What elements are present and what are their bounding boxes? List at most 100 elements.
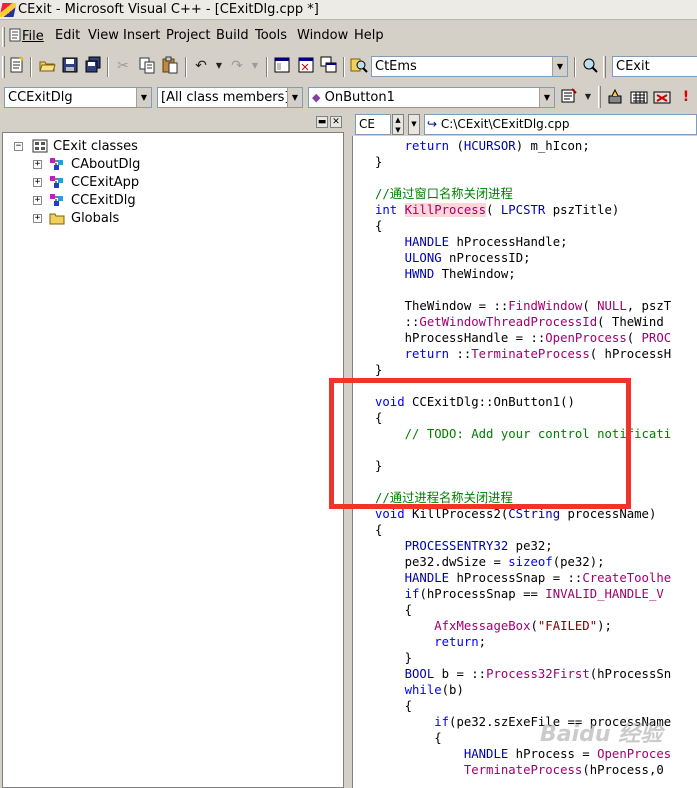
pane-close-icon[interactable]: ✕ [330, 116, 342, 128]
paste-icon[interactable] [160, 56, 180, 76]
code-line: } [375, 363, 383, 377]
highlight-box [329, 378, 631, 509]
visual-cpp-app-icon [0, 3, 17, 17]
tree-item-cabout[interactable]: + CAboutDlg [3, 156, 303, 174]
tree-item-label: Globals [71, 211, 120, 226]
editor-path-field[interactable]: ↪ C:\CExit\CExitDlg.cpp [424, 114, 697, 135]
wizard-bar: CCExitDlg ▼ [All class members] ▼ ◆ OnButt… [0, 86, 697, 110]
chevron-down-icon[interactable]: ▼ [539, 88, 554, 107]
find-combo[interactable]: CtEms ▼ [371, 56, 568, 77]
menu-window[interactable]: Window [297, 28, 348, 43]
code-line: { [375, 731, 442, 745]
window-title: CExit - Microsoft Visual C++ - [CExitDlg… [18, 2, 319, 17]
code-line: HWND TheWindow; [404, 267, 516, 281]
wizard-dropdown-icon[interactable]: ▼ [578, 87, 598, 107]
expand-icon[interactable]: + [33, 160, 42, 169]
code-line: if(hProcessSnap == INVALID_HANDLE_V [404, 587, 664, 601]
menu-edit[interactable]: Edit [55, 28, 80, 43]
class-tree: − CExit classes + CAboutDlg + CCExitApp … [2, 132, 344, 788]
code-line: TheWindow = ::FindWindow( NULL, pszT [375, 299, 672, 313]
menu-build[interactable]: Build [216, 28, 249, 43]
pane-header: ▬ ✕ [0, 116, 344, 130]
build-icon[interactable] [629, 87, 649, 107]
chevron-down-icon[interactable]: ▼ [552, 57, 567, 76]
code-line: pe32.dwSize = sizeof(pe32); [375, 555, 605, 569]
open-icon[interactable] [37, 56, 57, 76]
wizard-action-icon[interactable] [559, 87, 579, 107]
toolbar-grip[interactable] [598, 86, 601, 108]
tree-item-label: CCExitDlg [71, 193, 136, 208]
chevron-down-icon[interactable]: ▼ [287, 88, 302, 107]
compile-icon[interactable] [606, 87, 626, 107]
new-text-file-icon[interactable] [7, 56, 27, 76]
editor-dropdown-icon[interactable]: ▼ [408, 114, 420, 135]
classview-pane: ▬ ✕ − CExit classes + CAboutDlg + CCExit… [0, 116, 344, 788]
code-line: hProcessHandle = ::OpenProcess( PROC [375, 331, 672, 345]
chevron-down-icon[interactable]: ▼ [136, 88, 151, 107]
window-list-icon[interactable] [319, 56, 339, 76]
tree-item-ccexitdlg[interactable]: + CCExitDlg [3, 192, 303, 210]
collapse-icon[interactable]: − [14, 142, 23, 151]
code-line: HANDLE hProcessHandle; [404, 235, 568, 249]
cut-icon[interactable]: ✂ [113, 56, 133, 76]
filter-combo[interactable]: [All class members] ▼ [157, 87, 303, 108]
class-icon [49, 193, 65, 207]
editor-spin-icon[interactable]: ▲ ▼ [392, 114, 404, 135]
menubar-grip[interactable] [2, 27, 5, 47]
undo-icon[interactable]: ↶ [191, 56, 211, 76]
code-line: } [375, 651, 413, 665]
code-line: BOOL b = ::Process32First(hProcessSn [404, 667, 672, 681]
class-icon [49, 157, 65, 171]
expand-icon[interactable]: + [33, 196, 42, 205]
workspace-config-combo[interactable]: CExit [612, 56, 697, 77]
find-in-files-icon[interactable] [349, 56, 369, 76]
pane-minimize-icon[interactable]: ▬ [316, 116, 328, 128]
code-line: { [375, 603, 413, 617]
class-icon [49, 175, 65, 189]
toolbar-grip[interactable] [2, 56, 5, 78]
menu-bar: File Edit View Insert Project Build Tool… [0, 23, 697, 50]
code-line: //通过窗口名称关闭进程 [375, 187, 513, 201]
tree-item-globals[interactable]: + Globals [3, 210, 303, 228]
find-icon[interactable] [580, 56, 600, 76]
toolbar-grip[interactable] [603, 56, 606, 78]
tree-item-label: CAboutDlg [71, 157, 141, 172]
go-icon[interactable]: ! [676, 87, 696, 107]
output-icon[interactable] [296, 56, 316, 76]
member-function-icon: ◆ [312, 91, 321, 104]
save-icon[interactable] [60, 56, 80, 76]
code-line: HANDLE hProcessSnap = ::CreateToolhe [404, 571, 672, 585]
menu-project[interactable]: Project [166, 28, 210, 43]
menu-view[interactable]: View [88, 28, 119, 43]
undo-dropdown-icon[interactable]: ▼ [209, 56, 229, 76]
menu-tools[interactable]: Tools [255, 28, 287, 43]
code-line: PROCESSENTRY32 pe32; [404, 539, 553, 553]
path-icon: ↪ [427, 117, 438, 131]
standard-toolbar: ✂ ↶ ▼ ↷ ▼ CtEms ▼ CExit [0, 54, 697, 78]
watermark: Baidu 经验 [540, 722, 663, 747]
code-line: } [375, 155, 383, 169]
workspace-icon[interactable] [272, 56, 292, 76]
class-combo[interactable]: CCExitDlg ▼ [4, 87, 152, 108]
code-line: { [375, 699, 413, 713]
redo-icon[interactable]: ↷ [227, 56, 247, 76]
redo-dropdown-icon[interactable]: ▼ [245, 56, 265, 76]
folder-icon [49, 211, 65, 225]
expand-icon[interactable]: + [33, 178, 42, 187]
menu-help[interactable]: Help [354, 28, 384, 43]
tree-item-ccexitapp[interactable]: + CCExitApp [3, 174, 303, 192]
code-line: { [375, 523, 383, 537]
copy-icon[interactable] [137, 56, 157, 76]
code-line: int KillProcess( LPCSTR pszTitle) [375, 203, 620, 217]
menu-insert[interactable]: Insert [123, 28, 160, 43]
stop-build-icon[interactable] [652, 87, 672, 107]
classes-root-icon [32, 139, 48, 153]
save-all-icon[interactable] [83, 56, 103, 76]
member-combo[interactable]: ◆ OnButton1 ▼ [308, 87, 555, 108]
tree-root-label: CExit classes [53, 139, 138, 154]
tree-root[interactable]: − CExit classes [3, 138, 303, 156]
editor-file-combo[interactable]: CE [355, 114, 391, 135]
menu-file[interactable]: File [9, 28, 44, 44]
menu-document-icon [9, 28, 22, 42]
expand-icon[interactable]: + [33, 214, 42, 223]
